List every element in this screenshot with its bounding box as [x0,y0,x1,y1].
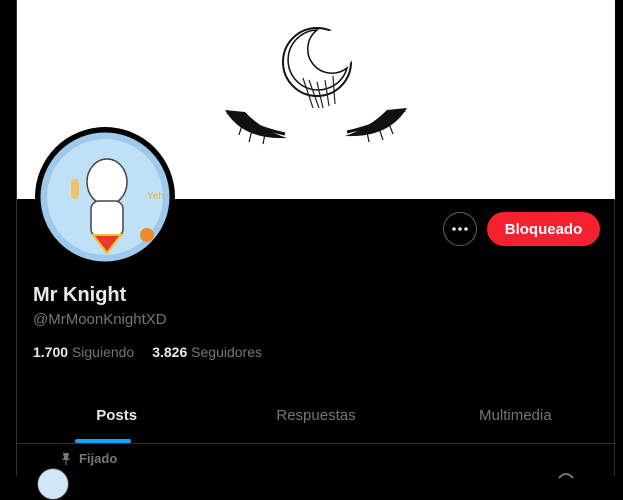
svg-text:Yeh: Yeh [147,191,164,202]
tab-posts[interactable]: Posts [17,388,216,443]
active-tab-indicator [75,439,131,443]
profile-handle: @MrMoonKnightXD [33,311,167,328]
tab-respuestas[interactable]: Respuestas [216,388,415,443]
profile-stats: 1.700 Siguiendo 3.826 Seguidores [33,344,262,360]
tab-label: Respuestas [276,407,356,424]
following-count: 1.700 [33,344,69,360]
followers-count: 3.826 [152,344,188,360]
profile-avatar[interactable]: Yeh [35,127,175,267]
more-options-button[interactable] [443,212,477,246]
pin-icon [62,452,70,465]
profile-tabs: Posts Respuestas Multimedia [17,388,615,444]
blocked-button[interactable]: Bloqueado [487,212,600,246]
display-name: Mr Knight [33,284,127,306]
avatar-art: Yeh [37,129,173,265]
following-label: Siguiendo [71,344,135,360]
more-horizontal-icon [452,227,468,231]
tweet-avatar[interactable] [37,468,69,500]
left-gutter [0,0,16,476]
following-stat[interactable]: 1.700 Siguiendo [33,344,134,360]
pinned-label: Fijado [79,451,118,466]
followers-label: Seguidores [191,344,262,360]
right-gutter [615,0,623,476]
tab-multimedia[interactable]: Multimedia [416,388,615,443]
profile-page: Yeh Bloqueado Mr Knight @MrMoonKnightXD … [0,0,623,500]
tab-label: Posts [96,407,138,424]
followers-stat[interactable]: 3.826 Seguidores [152,344,262,360]
tab-label: Multimedia [479,407,552,424]
pinned-indicator: Fijado [61,451,117,466]
profile-column: Yeh Bloqueado Mr Knight @MrMoonKnightXD … [16,0,615,500]
tweet-more-icon[interactable] [557,468,575,480]
